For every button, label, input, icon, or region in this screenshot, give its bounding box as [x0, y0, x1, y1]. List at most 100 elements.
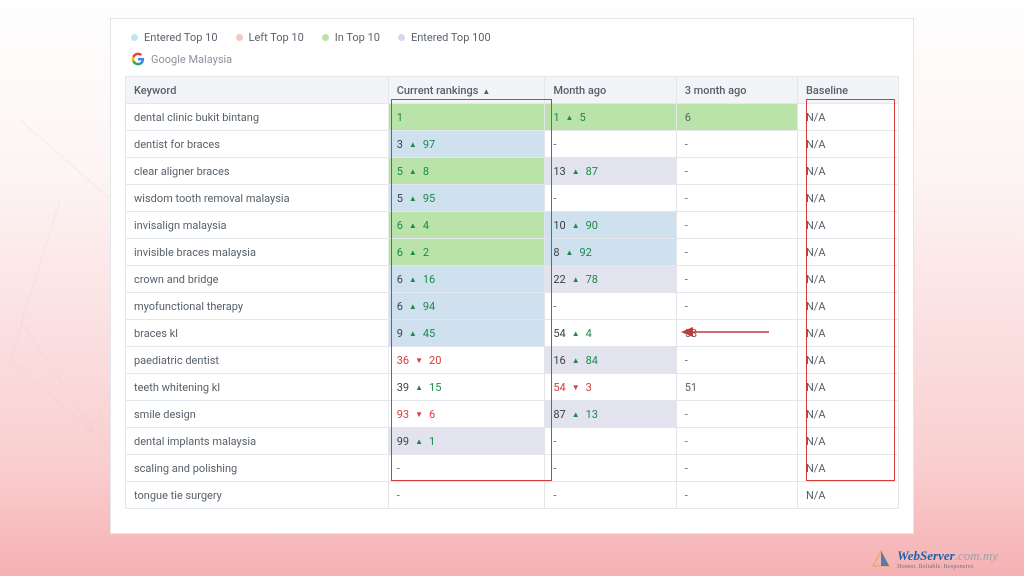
- cell-keyword: teeth whitening kl: [126, 374, 389, 401]
- cell-month: 87 ▲ 13: [545, 401, 676, 428]
- table-row[interactable]: invisible braces malaysia6 ▲ 28 ▲ 92-N/A: [126, 239, 899, 266]
- cell-month: 22 ▲ 78: [545, 266, 676, 293]
- legend: Entered Top 10 Left Top 10 In Top 10 Ent…: [131, 31, 899, 44]
- cell-month: -: [545, 293, 676, 320]
- cell-keyword: smile design: [126, 401, 389, 428]
- cell-month: 1 ▲ 5: [545, 104, 676, 131]
- table-row[interactable]: invisalign malaysia6 ▲ 410 ▲ 90-N/A: [126, 212, 899, 239]
- col-current[interactable]: Current rankings▲: [388, 77, 545, 104]
- cell-keyword: invisible braces malaysia: [126, 239, 389, 266]
- cell-keyword: clear aligner braces: [126, 158, 389, 185]
- cell-quarter: -: [676, 158, 797, 185]
- cell-current: 6 ▲ 4: [388, 212, 545, 239]
- cell-keyword: dental implants malaysia: [126, 428, 389, 455]
- table-body: dental clinic bukit bintang1 1 ▲ 56N/Ade…: [126, 104, 899, 509]
- cell-month: -: [545, 482, 676, 509]
- legend-dot-icon: [131, 34, 138, 41]
- table-row[interactable]: scaling and polishing---N/A: [126, 455, 899, 482]
- cell-current: 5 ▲ 8: [388, 158, 545, 185]
- legend-dot-icon: [398, 34, 405, 41]
- legend-dot-icon: [322, 34, 329, 41]
- cell-baseline: N/A: [797, 401, 898, 428]
- cell-baseline: N/A: [797, 212, 898, 239]
- legend-left-top10: Left Top 10: [236, 31, 304, 44]
- legend-label: Entered Top 100: [411, 31, 491, 44]
- table-row[interactable]: wisdom tooth removal malaysia5 ▲ 95--N/A: [126, 185, 899, 212]
- cell-month: 54 ▲ 4: [545, 320, 676, 347]
- cell-keyword: myofunctional therapy: [126, 293, 389, 320]
- cell-keyword: invisalign malaysia: [126, 212, 389, 239]
- cell-baseline: N/A: [797, 266, 898, 293]
- cell-keyword: scaling and polishing: [126, 455, 389, 482]
- cell-quarter: 51: [676, 374, 797, 401]
- cell-baseline: N/A: [797, 104, 898, 131]
- table-row[interactable]: tongue tie surgery---N/A: [126, 482, 899, 509]
- cell-quarter: -: [676, 347, 797, 374]
- cell-current: 1: [388, 104, 545, 131]
- table-row[interactable]: clear aligner braces5 ▲ 813 ▲ 87-N/A: [126, 158, 899, 185]
- cell-month: -: [545, 428, 676, 455]
- legend-label: In Top 10: [335, 31, 380, 44]
- footer-brand: WebServer.com.my Honest. Reliable. Respo…: [871, 548, 998, 570]
- rankings-panel: Entered Top 10 Left Top 10 In Top 10 Ent…: [110, 18, 914, 534]
- cell-keyword: wisdom tooth removal malaysia: [126, 185, 389, 212]
- cell-month: -: [545, 455, 676, 482]
- table-row[interactable]: dental implants malaysia99 ▲ 1--N/A: [126, 428, 899, 455]
- table-row[interactable]: myofunctional therapy6 ▲ 94--N/A: [126, 293, 899, 320]
- cell-keyword: braces kl: [126, 320, 389, 347]
- legend-label: Entered Top 10: [144, 31, 218, 44]
- cell-quarter: -: [676, 428, 797, 455]
- source-label: Google Malaysia: [151, 53, 232, 66]
- table-row[interactable]: smile design93 ▼ 687 ▲ 13-N/A: [126, 401, 899, 428]
- table-row[interactable]: dental clinic bukit bintang1 1 ▲ 56N/A: [126, 104, 899, 131]
- table-row[interactable]: teeth whitening kl39 ▲ 1554 ▼ 351N/A: [126, 374, 899, 401]
- table-row[interactable]: dentist for braces3 ▲ 97--N/A: [126, 131, 899, 158]
- cell-baseline: N/A: [797, 482, 898, 509]
- cell-current: 5 ▲ 95: [388, 185, 545, 212]
- cell-month: -: [545, 131, 676, 158]
- sort-asc-icon: ▲: [482, 87, 490, 96]
- cell-baseline: N/A: [797, 158, 898, 185]
- cell-quarter: -: [676, 455, 797, 482]
- cell-month: 10 ▲ 90: [545, 212, 676, 239]
- col-keyword[interactable]: Keyword: [126, 77, 389, 104]
- cell-month: -: [545, 185, 676, 212]
- cell-current: 3 ▲ 97: [388, 131, 545, 158]
- legend-entered-top10: Entered Top 10: [131, 31, 218, 44]
- table-row[interactable]: crown and bridge6 ▲ 1622 ▲ 78-N/A: [126, 266, 899, 293]
- legend-label: Left Top 10: [249, 31, 304, 44]
- cell-quarter: -: [676, 185, 797, 212]
- cell-keyword: paediatric dentist: [126, 347, 389, 374]
- cell-current: 9 ▲ 45: [388, 320, 545, 347]
- cell-keyword: dentist for braces: [126, 131, 389, 158]
- cell-current: 6 ▲ 94: [388, 293, 545, 320]
- google-icon: [131, 52, 145, 66]
- cell-baseline: N/A: [797, 131, 898, 158]
- cell-current: -: [388, 455, 545, 482]
- rankings-table: Keyword Current rankings▲ Month ago 3 mo…: [125, 76, 899, 509]
- brand-logo-icon: [871, 549, 891, 569]
- table-row[interactable]: paediatric dentist36 ▼ 2016 ▲ 84-N/A: [126, 347, 899, 374]
- cell-keyword: dental clinic bukit bintang: [126, 104, 389, 131]
- cell-baseline: N/A: [797, 293, 898, 320]
- cell-quarter: -: [676, 293, 797, 320]
- cell-quarter: -: [676, 212, 797, 239]
- legend-entered-top100: Entered Top 100: [398, 31, 491, 44]
- legend-dot-icon: [236, 34, 243, 41]
- cell-quarter: -: [676, 401, 797, 428]
- cell-current: 36 ▼ 20: [388, 347, 545, 374]
- cell-current: 93 ▼ 6: [388, 401, 545, 428]
- cell-baseline: N/A: [797, 185, 898, 212]
- cell-quarter: 58: [676, 320, 797, 347]
- table-row[interactable]: braces kl9 ▲ 4554 ▲ 458N/A: [126, 320, 899, 347]
- cell-quarter: -: [676, 482, 797, 509]
- cell-current: -: [388, 482, 545, 509]
- cell-baseline: N/A: [797, 239, 898, 266]
- cell-quarter: -: [676, 131, 797, 158]
- col-quarter[interactable]: 3 month ago: [676, 77, 797, 104]
- cell-month: 8 ▲ 92: [545, 239, 676, 266]
- cell-month: 54 ▼ 3: [545, 374, 676, 401]
- col-baseline[interactable]: Baseline: [797, 77, 898, 104]
- cell-baseline: N/A: [797, 347, 898, 374]
- col-month[interactable]: Month ago: [545, 77, 676, 104]
